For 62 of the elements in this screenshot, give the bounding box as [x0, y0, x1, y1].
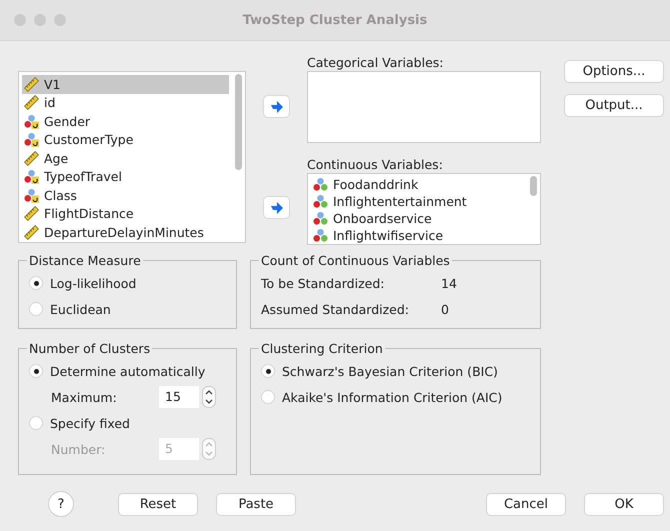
count-label: To be Standardized:: [261, 276, 386, 290]
nominal-icon: [24, 132, 39, 148]
ordinal-icon: [313, 194, 328, 209]
group-title: Clustering Criterion: [260, 341, 384, 356]
variable-item[interactable]: CustomerType: [22, 130, 229, 149]
variable-item[interactable]: Gender: [22, 112, 229, 130]
continuous-label: Continuous Variables:: [307, 157, 444, 173]
move-right-button[interactable]: [263, 95, 290, 118]
ruler-icon: [24, 76, 39, 92]
ok-button[interactable]: OK: [584, 492, 664, 516]
radio-option[interactable]: Akaike's Information Criterion (AIC): [261, 384, 532, 410]
ordinal-icon: [313, 177, 328, 192]
radio-option[interactable]: Determine automatically: [29, 358, 228, 384]
nominal-icon: [24, 169, 39, 184]
count-label: Assumed Standardized:: [261, 302, 410, 316]
arrow-icon: [270, 200, 284, 214]
count-value: 14: [441, 276, 457, 290]
variable-item[interactable]: Inflightwifiservice: [311, 227, 524, 244]
ordinal-icon: [313, 228, 328, 243]
field-label: Number:: [51, 442, 106, 456]
output-button[interactable]: Output...: [564, 94, 664, 117]
variable-item[interactable]: V1: [22, 75, 229, 94]
radio-button[interactable]: [261, 364, 275, 378]
variable-item[interactable]: FlightDistance: [22, 204, 229, 223]
radio-button[interactable]: [29, 276, 43, 290]
radio-button[interactable]: [261, 390, 275, 404]
window-title: TwoStep Cluster Analysis: [242, 12, 428, 28]
radio-option[interactable]: Euclidean: [29, 296, 228, 322]
ordinal-icon: [313, 211, 328, 226]
help-button[interactable]: ?: [48, 491, 74, 517]
variable-item[interactable]: Foodanddrink: [311, 176, 524, 193]
nominal-icon: [24, 188, 39, 203]
radio-button[interactable]: [29, 302, 43, 316]
group-title: Count of Continuous Variables: [260, 253, 451, 268]
categorical-label: Categorical Variables:: [307, 55, 444, 71]
number-field[interactable]: 15: [159, 386, 199, 408]
variable-item[interactable]: Age: [22, 149, 229, 168]
variable-item[interactable]: Inflightentertainment: [311, 193, 524, 210]
categorical-list[interactable]: [307, 71, 541, 143]
count-value: 0: [441, 302, 449, 316]
radio-option[interactable]: Log-likelihood: [29, 270, 228, 296]
variable-item[interactable]: id: [22, 94, 229, 112]
group-title: Distance Measure: [28, 253, 142, 268]
variable-item[interactable]: Class: [22, 186, 229, 204]
variable-item[interactable]: TypeofTravel: [22, 168, 229, 186]
field-label: Maximum:: [51, 390, 118, 404]
radio-button[interactable]: [29, 364, 43, 378]
radio-option[interactable]: Specify fixed: [29, 410, 228, 436]
paste-button[interactable]: Paste: [216, 492, 296, 516]
variable-item[interactable]: DepartureDelayinMinutes: [22, 223, 229, 242]
nominal-icon: [24, 114, 39, 129]
options-button[interactable]: Options...: [564, 60, 664, 83]
radio-button[interactable]: [29, 416, 43, 430]
group-title: Number of Clusters: [28, 341, 152, 356]
stepper-icon[interactable]: [202, 386, 216, 408]
arrow-icon: [270, 100, 284, 114]
radio-option[interactable]: Schwarz's Bayesian Criterion (BIC): [261, 358, 532, 384]
variable-item[interactable]: Onboardservice: [311, 210, 524, 227]
move-right-button[interactable]: [263, 196, 290, 219]
cancel-button[interactable]: Cancel: [486, 492, 566, 516]
continuous-list[interactable]: Foodanddrink Inflightentertainment Onboardservice Inflightwifiservice: [307, 173, 541, 245]
reset-button[interactable]: Reset: [118, 492, 198, 516]
